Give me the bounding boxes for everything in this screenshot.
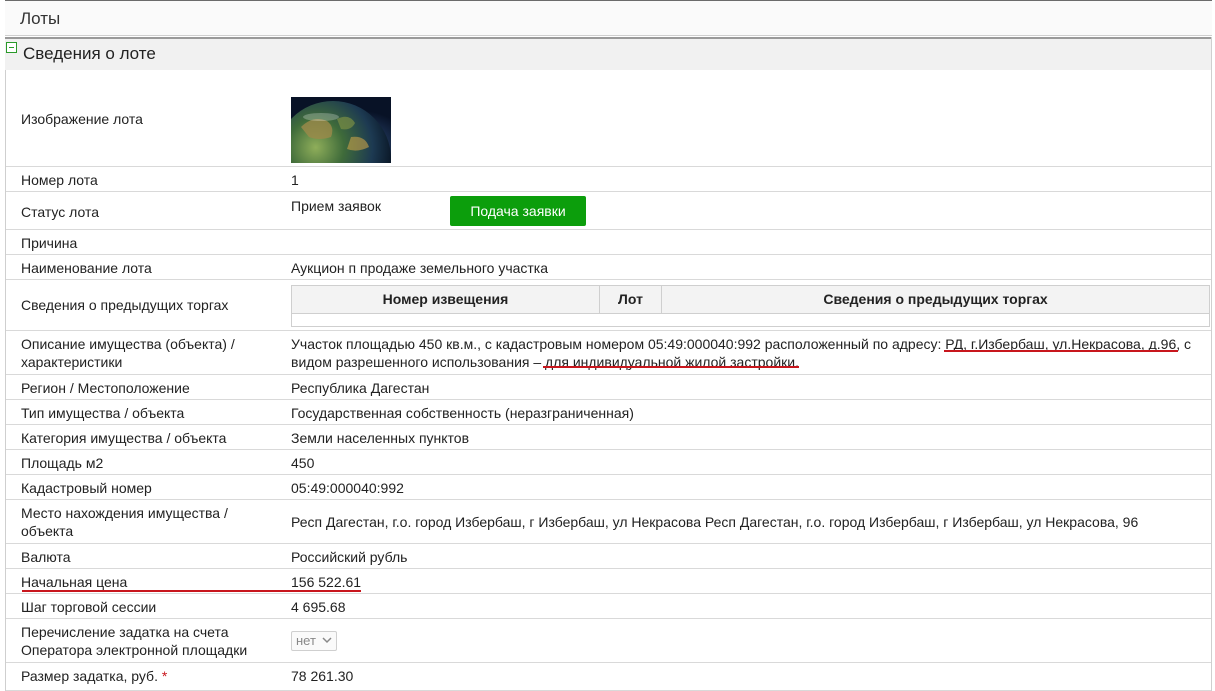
deposit-transfer-select[interactable]: нет <box>291 631 337 651</box>
value-currency: Российский рубль <box>291 549 408 565</box>
row-area: Площадь м2 450 <box>6 450 1211 475</box>
label-reason: Причина <box>21 235 78 251</box>
deposit-transfer-selected: нет <box>296 633 316 648</box>
value-status: Прием заявок <box>291 198 381 214</box>
highlight-underline-price <box>22 590 361 592</box>
row-lot-number: Номер лота 1 <box>6 167 1211 192</box>
label-image: Изображение лота <box>21 111 143 127</box>
label-location: Место нахождения имущества / объекта <box>21 505 228 539</box>
row-cadastral: Кадастровый номер 05:49:000040:992 <box>6 475 1211 500</box>
row-reason: Причина <box>6 230 1211 255</box>
prev-auctions-header: Номер извещения Лот Сведения о предыдущи… <box>292 286 1209 314</box>
row-image: Изображение лота <box>6 70 1211 167</box>
label-region: Регион / Местоположение <box>21 380 190 396</box>
row-location: Место нахождения имущества / объекта Рес… <box>6 500 1211 544</box>
row-currency: Валюта Российский рубль <box>6 544 1211 569</box>
row-category: Категория имущества / объекта Земли насе… <box>6 425 1211 450</box>
row-name: Наименование лота Аукцион п продаже земе… <box>6 255 1211 280</box>
row-deposit-size: Размер задатка, руб. * 78 261.30 <box>6 663 1211 691</box>
label-prev-auctions: Сведения о предыдущих торгах <box>21 297 229 313</box>
right-border <box>1211 37 1212 691</box>
column-header-lot[interactable]: Лот <box>600 286 662 313</box>
label-property-type: Тип имущества / объекта <box>21 405 185 421</box>
value-deposit-size: 78 261.30 <box>291 668 354 684</box>
page-title: Лоты <box>20 9 61 28</box>
collapse-icon[interactable] <box>6 42 17 53</box>
label-cadastral: Кадастровый номер <box>21 480 152 496</box>
value-property-type: Государственная собственность (неразгран… <box>291 405 634 421</box>
value-category: Земли населенных пунктов <box>291 430 470 446</box>
section-header[interactable]: Сведения о лоте <box>5 37 1212 70</box>
highlight-underline-address <box>944 350 1178 352</box>
label-area: Площадь м2 <box>21 455 104 471</box>
column-header-notice-number[interactable]: Номер извещения <box>292 286 600 313</box>
apply-button[interactable]: Подача заявки <box>450 196 586 226</box>
label-deposit-transfer: Перечисление задатка на счета Оператора … <box>21 624 248 658</box>
row-status: Статус лота Прием заявок <box>6 192 1211 230</box>
row-deposit-transfer: Перечисление задатка на счета Оператора … <box>6 619 1211 663</box>
required-mark: * <box>161 668 168 684</box>
label-category: Категория имущества / объекта <box>21 430 227 446</box>
column-header-prev-info[interactable]: Сведения о предыдущих торгах <box>662 286 1209 313</box>
value-start-price: 156 522.61 <box>291 574 362 590</box>
row-property-type: Тип имущества / объекта Государственная … <box>6 400 1211 425</box>
label-description: Описание имущества (объекта) / характери… <box>21 336 235 370</box>
prev-auctions-table: Номер извещения Лот Сведения о предыдущи… <box>291 285 1210 327</box>
row-description: Описание имущества (объекта) / характери… <box>6 331 1211 375</box>
label-deposit-size-wrap: Размер задатка, руб. * <box>21 667 271 685</box>
value-location: Респ Дагестан, г.о. город Избербаш, г Из… <box>291 514 1139 530</box>
label-name: Наименование лота <box>21 260 152 276</box>
label-start-price: Начальная цена <box>21 574 128 590</box>
lot-image <box>291 97 391 163</box>
value-lot-number: 1 <box>291 172 299 188</box>
value-cadastral: 05:49:000040:992 <box>291 480 404 496</box>
chevron-down-icon <box>322 637 332 644</box>
section-title: Сведения о лоте <box>23 44 156 63</box>
label-lot-number: Номер лота <box>21 172 98 188</box>
label-step: Шаг торговой сессии <box>21 599 157 615</box>
label-status: Статус лота <box>21 204 99 220</box>
value-step: 4 695.68 <box>291 599 346 615</box>
row-region: Регион / Местоположение Республика Дагес… <box>6 375 1211 400</box>
value-region: Республика Дагестан <box>291 380 430 396</box>
value-area: 450 <box>291 455 315 471</box>
label-deposit-size: Размер задатка, руб. <box>21 668 158 684</box>
label-currency: Валюта <box>21 549 71 565</box>
row-step: Шаг торговой сессии 4 695.68 <box>6 594 1211 619</box>
highlight-underline-usage <box>543 366 799 368</box>
page-header: Лоты <box>5 0 1212 36</box>
value-name: Аукцион п продаже земельного участка <box>291 260 549 276</box>
